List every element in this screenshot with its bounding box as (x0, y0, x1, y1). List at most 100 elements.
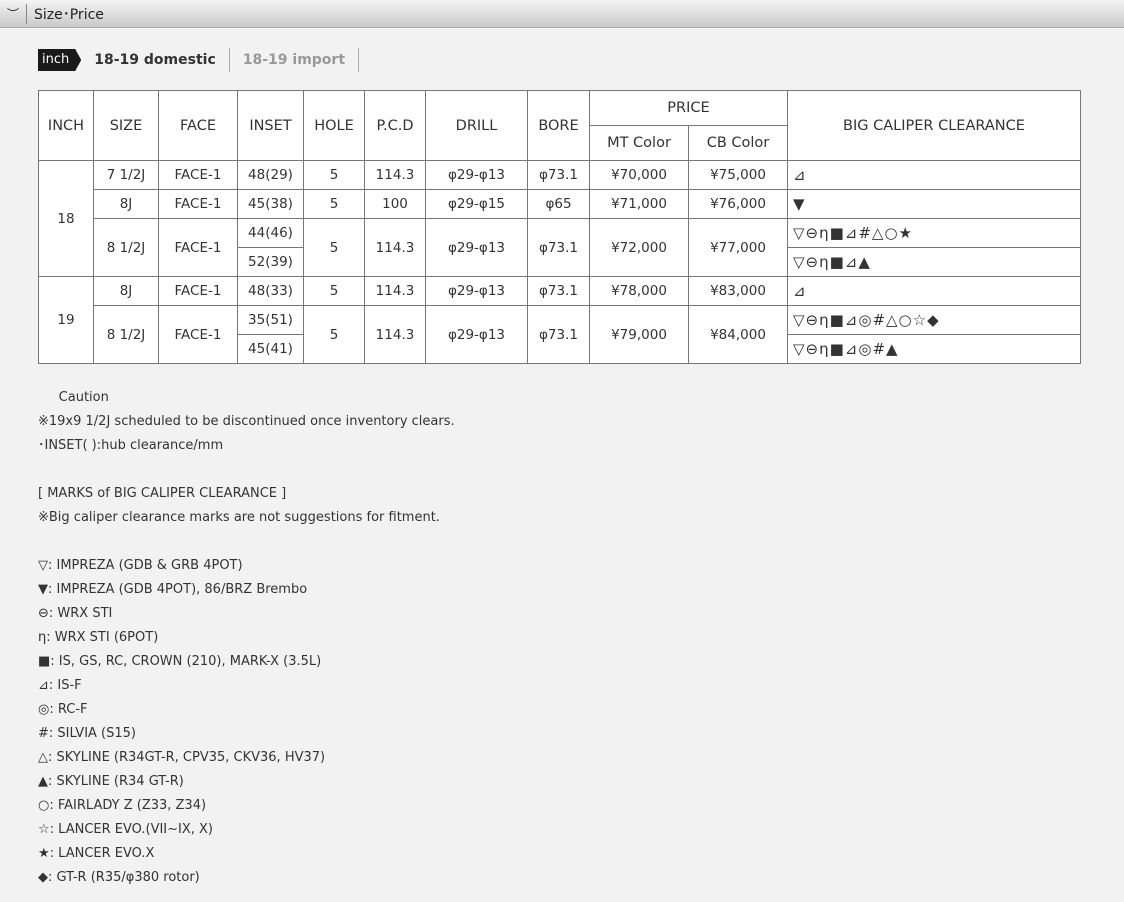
inset-cell: 52(39) (237, 247, 304, 277)
header-price: PRICE (589, 90, 788, 126)
tab-domestic[interactable]: 18-19 domestic (81, 48, 229, 72)
tab-bar: inch 18-19 domestic 18-19 import (38, 48, 360, 72)
pcd-cell: 100 (364, 189, 426, 219)
mt-cell: ¥72,000 (589, 218, 689, 277)
drill-cell: φ29-φ13 (425, 305, 528, 364)
table-row: 19 8J FACE-1 48(33) 5 114.3 φ29-φ13 φ73.1 ¥78,00… (38, 276, 1081, 364)
bore-cell: φ73.1 (527, 305, 590, 364)
bore-cell: φ73.1 (527, 276, 590, 306)
note-line: △: SKYLINE (R34GT-R, CPV35, CKV36, HV37) (38, 750, 326, 765)
note-line (38, 530, 455, 554)
bore-cell: φ73.1 (527, 160, 590, 190)
note-line: ☆: LANCER EVO.(VII~IX, X) (38, 822, 214, 837)
size-cell: 8J (93, 276, 159, 306)
drill-cell: φ29-φ13 (425, 160, 528, 190)
note-line: ⊖: WRX STI (38, 606, 113, 621)
unit-label: inch (38, 49, 82, 71)
note-line: ◆: GT-R (R35/φ380 rotor) (38, 870, 200, 885)
clearance-marks-cell: ⊿ (787, 276, 1081, 306)
inset-cell: 45(41) (237, 334, 304, 364)
note-line: ⊿: IS-F (38, 678, 82, 693)
clearance-marks-cell: ▽⊖η■⊿▲ (787, 247, 1081, 277)
face-cell: FACE-1 (158, 276, 238, 306)
note-line: ■: IS, GS, RC, CROWN (210), MARK-X (3.5L… (38, 654, 322, 669)
header-clearance: BIG CALIPER CLEARANCE (787, 90, 1081, 161)
note-line: ◎: RC-F (38, 702, 88, 717)
header-mt-color: MT Color (589, 125, 689, 161)
table-row: 8J FACE-1 45(38) 5 100 φ29-φ15 φ65 ¥71,000 ¥76,0… (39, 189, 1081, 219)
face-cell: FACE-1 (158, 189, 238, 219)
pcd-cell: 114.3 (364, 218, 426, 277)
hole-cell: 5 (303, 160, 365, 190)
table-row: 8 1/2J FACE-1 35(51) 5 114.3 φ29-φ13 φ73.1 ¥79,… (39, 305, 1081, 364)
mt-cell: ¥71,000 (589, 189, 689, 219)
table-row: 18 7 1/2J FACE-1 48(29) 5 114.3 φ29-φ13 φ73.1 ¥7… (38, 160, 1081, 277)
tab-import[interactable]: 18-19 import (228, 48, 360, 72)
note-line: ･INSET( ):hub clearance/mm (38, 438, 224, 453)
inset-cell: 44(46) (237, 218, 304, 248)
note-line: [ MARKS of BIG CALIPER CLEARANCE ] (38, 486, 287, 501)
pcd-cell: 114.3 (364, 305, 426, 364)
face-cell: FACE-1 (158, 218, 238, 277)
header-inch: INCH (38, 90, 94, 161)
drill-cell: φ29-φ13 (425, 276, 528, 306)
size-cell: 7 1/2J (93, 160, 159, 190)
size-cell: 8 1/2J (93, 218, 159, 277)
inset-cell: 45(38) (237, 189, 304, 219)
face-cell: FACE-1 (158, 305, 238, 364)
mt-cell: ¥79,000 (589, 305, 689, 364)
header-inset: INSET (237, 90, 304, 161)
inch-cell: 19 (38, 276, 94, 364)
cb-cell: ¥84,000 (688, 305, 788, 364)
pcd-cell: 114.3 (364, 160, 426, 190)
clearance-marks-cell: ⊿ (787, 160, 1081, 190)
header-size: SIZE (93, 90, 159, 161)
mt-cell: ¥70,000 (589, 160, 689, 190)
note-line: ※19x9 1/2J scheduled to be discontinued … (38, 414, 455, 429)
cb-cell: ¥83,000 (688, 276, 788, 306)
bore-cell: φ65 (527, 189, 590, 219)
face-cell: FACE-1 (158, 160, 238, 190)
header-hole: HOLE (303, 90, 365, 161)
chevron-down-icon[interactable]: ︶ (0, 3, 27, 24)
size-cell: 8 1/2J (93, 305, 159, 364)
hole-cell: 5 (303, 218, 365, 277)
clearance-marks-cell: ▽⊖η■⊿#△○★ (787, 218, 1081, 248)
pcd-cell: 114.3 (364, 276, 426, 306)
clearance-marks-cell: ▽⊖η■⊿◎#△○☆◆ (787, 305, 1081, 335)
inset-cell: 35(51) (237, 305, 304, 335)
section-header[interactable]: ︶ Size･Price (0, 0, 1124, 28)
notes: Caution ※19x9 1/2J scheduled to be discon… (38, 386, 455, 890)
mt-cell: ¥78,000 (589, 276, 689, 306)
drill-cell: φ29-φ15 (425, 189, 528, 219)
size-price-table: INCH SIZE FACE INSET HOLE P.C.D DRILL BO… (38, 90, 1081, 364)
note-line: ▼: IMPREZA (GDB 4POT), 86/BRZ Brembo (38, 582, 308, 597)
header-cb-color: CB Color (688, 125, 788, 161)
section-title: Size･Price (34, 6, 104, 23)
inset-cell: 48(29) (237, 160, 304, 190)
drill-cell: φ29-φ13 (425, 218, 528, 277)
note-line: #: SILVIA (S15) (38, 726, 136, 741)
inch-cell: 18 (38, 160, 94, 277)
cb-cell: ¥76,000 (688, 189, 788, 219)
note-line: η: WRX STI (6POT) (38, 630, 159, 645)
note-line: ★: LANCER EVO.X (38, 846, 155, 861)
header-pcd: P.C.D (364, 90, 426, 161)
header-drill: DRILL (425, 90, 528, 161)
table-row: 8 1/2J FACE-1 44(46) 5 114.3 φ29-φ13 φ73.1 ¥72,… (39, 218, 1081, 277)
header-bore: BORE (527, 90, 590, 161)
note-line (38, 458, 455, 482)
bore-cell: φ73.1 (527, 218, 590, 277)
header-face: FACE (158, 90, 238, 161)
cb-cell: ¥75,000 (688, 160, 788, 190)
note-line: ○: FAIRLADY Z (Z33, Z34) (38, 798, 207, 813)
hole-cell: 5 (303, 276, 365, 306)
size-cell: 8J (93, 189, 159, 219)
clearance-marks-cell: ▼ (787, 189, 1081, 219)
clearance-marks-cell: ▽⊖η■⊿◎#▲ (787, 334, 1081, 364)
note-line: ※Big caliper clearance marks are not sug… (38, 510, 440, 525)
hole-cell: 5 (303, 305, 365, 364)
note-line: ▽: IMPREZA (GDB & GRB 4POT) (38, 558, 243, 573)
inset-cell: 48(33) (237, 276, 304, 306)
note-line: Caution (38, 390, 109, 405)
